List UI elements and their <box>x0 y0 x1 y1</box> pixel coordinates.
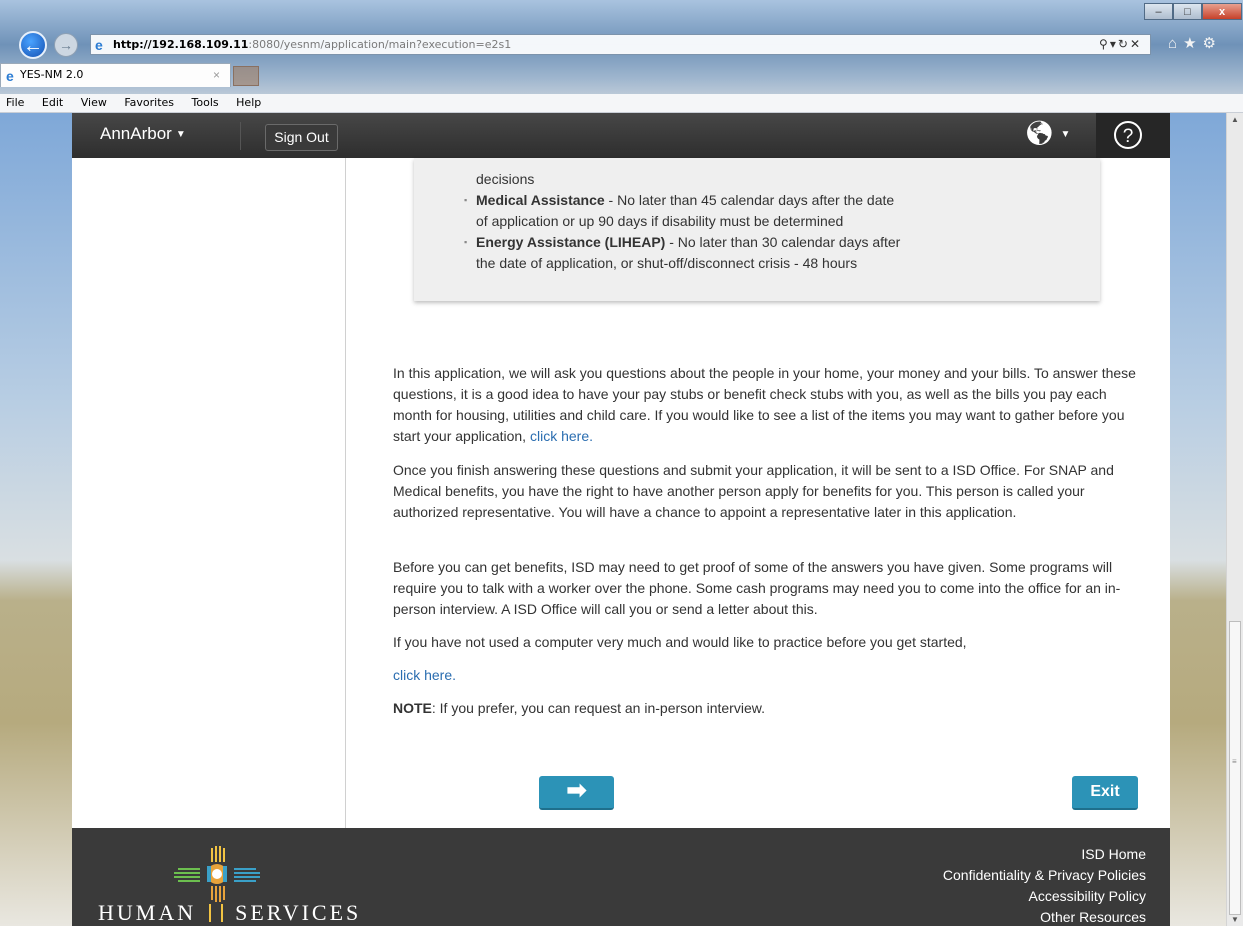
logo-ray <box>234 880 256 882</box>
menu-help[interactable]: Help <box>236 94 261 112</box>
ie-page-icon: e <box>95 37 103 53</box>
minimize-button[interactable]: – <box>1144 3 1173 20</box>
vertical-scrollbar[interactable]: ▲ ≡ ▼ <box>1226 113 1243 926</box>
timeframe-line: decisions <box>476 171 535 187</box>
isd-office-paragraph: Once you finish answering these question… <box>393 462 1114 520</box>
menu-tools[interactable]: Tools <box>192 94 219 112</box>
user-menu[interactable]: AnnArbor ▼ <box>100 124 186 144</box>
bullet-icon: ▪ <box>464 237 468 247</box>
caret-down-icon: ▼ <box>1060 129 1071 141</box>
favorites-star-icon[interactable]: ★ <box>1183 35 1202 52</box>
menu-edit[interactable]: Edit <box>42 94 63 112</box>
logo-ray <box>178 880 200 882</box>
intro-paragraph: In this application, we will ask you que… <box>393 365 1136 444</box>
footer: HUMAN SERVICES ISD Home Confidentiality … <box>72 828 1170 926</box>
practice-paragraph: If you have not used a computer very muc… <box>393 634 967 650</box>
sign-out-button[interactable]: Sign Out <box>265 124 338 151</box>
globe-icon: 🌎︎ <box>1024 120 1055 147</box>
help-icon[interactable]: ? <box>1114 121 1142 149</box>
arrow-right-icon: ➡ <box>566 777 587 804</box>
stop-icon[interactable]: ✕ <box>1130 37 1142 51</box>
app-header: AnnArbor ▼ Sign Out 🌎︎ ▼ ? <box>72 113 1170 158</box>
menu-view[interactable]: View <box>81 94 107 112</box>
menu-file[interactable]: File <box>6 94 24 112</box>
settings-gear-icon[interactable]: ⚙ <box>1203 35 1222 52</box>
items-list-link[interactable]: click here. <box>530 428 593 444</box>
forward-button[interactable]: → <box>54 33 78 57</box>
left-panel <box>72 158 346 828</box>
logo-wordmark: HUMAN SERVICES <box>98 900 362 925</box>
logo-ray <box>234 876 260 878</box>
timeframe-line: ▪ Medical Assistance - No later than 45 … <box>464 190 894 211</box>
menu-bar: File Edit View Favorites Tools Help <box>0 94 1243 113</box>
scroll-thumb[interactable]: ≡ <box>1229 621 1241 915</box>
back-button[interactable]: ← <box>19 31 47 59</box>
proof-paragraph: Before you can get benefits, ISD may nee… <box>393 559 1121 617</box>
footer-link-accessibility[interactable]: Accessibility Policy <box>1029 888 1146 904</box>
maximize-button[interactable]: □ <box>1173 3 1202 20</box>
bullet-icon: ▪ <box>464 195 468 205</box>
logo-person-left <box>207 866 211 882</box>
logo-sun-center <box>212 869 222 879</box>
logo-ray <box>219 846 221 862</box>
new-tab-button[interactable] <box>233 66 259 86</box>
browser-chrome: ← → e http://192.168.109.11:8080/yesnm/a… <box>0 0 1243 113</box>
logo-ray <box>223 848 225 862</box>
note-paragraph: NOTE: If you prefer, you can request an … <box>393 700 765 716</box>
browser-tab[interactable]: e YES-NM 2.0 × <box>0 63 231 87</box>
next-button[interactable]: ➡ <box>539 776 614 810</box>
scroll-down-icon[interactable]: ▼ <box>1227 915 1243 924</box>
browser-toolbar: ⌂★⚙ <box>1168 34 1238 54</box>
user-name: AnnArbor <box>100 124 172 143</box>
arrow-right-icon: → <box>59 37 73 53</box>
timeframe-line: of application or up 90 days if disabili… <box>476 213 844 229</box>
language-menu[interactable]: 🌎︎ ▼ <box>1024 119 1070 148</box>
help-area: ? <box>1096 113 1170 158</box>
refresh-icon[interactable]: ↻ <box>1118 37 1130 51</box>
caret-down-icon: ▼ <box>175 129 186 141</box>
timeframe-line: the date of application, or shut-off/dis… <box>476 255 858 271</box>
home-icon[interactable]: ⌂ <box>1168 35 1183 52</box>
footer-link-privacy[interactable]: Confidentiality & Privacy Policies <box>943 867 1146 883</box>
grip-icon: ≡ <box>1232 757 1237 766</box>
logo-ray <box>234 872 260 874</box>
tab-title: YES-NM 2.0 <box>20 68 84 81</box>
address-controls: ⚲▾↻✕ <box>1099 35 1142 54</box>
practice-link[interactable]: click here. <box>393 667 456 683</box>
address-host: http://192.168.109.11 <box>113 38 249 51</box>
logo-ray <box>215 846 217 862</box>
header-divider <box>240 122 241 150</box>
practice-link-line: click here. <box>393 665 1145 686</box>
logo-ray <box>178 868 200 870</box>
scroll-up-icon[interactable]: ▲ <box>1227 115 1243 124</box>
arrow-left-icon: ← <box>23 35 43 57</box>
ie-tab-icon: e <box>6 68 14 84</box>
logo-ray <box>174 876 200 878</box>
logo-person-right <box>223 866 227 882</box>
exit-button[interactable]: Exit <box>1072 776 1138 810</box>
timeframes-box: decisions ▪ Medical Assistance - No late… <box>414 158 1100 301</box>
logo-ray <box>223 886 225 900</box>
page-viewport: AnnArbor ▼ Sign Out 🌎︎ ▼ ? decisions ▪ Med… <box>0 113 1226 926</box>
footer-link-isd-home[interactable]: ISD Home <box>1081 846 1146 862</box>
logo-ray <box>211 886 213 900</box>
logo-divider-icon <box>208 904 223 922</box>
close-window-button[interactable]: x <box>1202 3 1242 20</box>
logo-ray <box>174 872 200 874</box>
footer-link-resources[interactable]: Other Resources <box>1040 909 1146 925</box>
menu-favorites[interactable]: Favorites <box>124 94 174 112</box>
dropdown-icon[interactable]: ▾ <box>1110 37 1118 51</box>
main-content: decisions ▪ Medical Assistance - No late… <box>346 158 1170 828</box>
tab-close-icon[interactable]: × <box>213 64 220 86</box>
logo-ray <box>211 848 213 862</box>
address-path: :8080/yesnm/application/main?execution=e… <box>248 38 512 51</box>
address-bar[interactable]: e http://192.168.109.11:8080/yesnm/appli… <box>90 34 1151 55</box>
search-icon[interactable]: ⚲ <box>1099 37 1110 51</box>
logo-ray <box>234 868 256 870</box>
window-controls: – □ x <box>1144 3 1242 21</box>
timeframe-line: ▪ Energy Assistance (LIHEAP) - No later … <box>464 232 900 253</box>
address-text[interactable]: http://192.168.109.11:8080/yesnm/applica… <box>113 35 511 54</box>
zia-sun-logo-icon <box>174 846 260 902</box>
